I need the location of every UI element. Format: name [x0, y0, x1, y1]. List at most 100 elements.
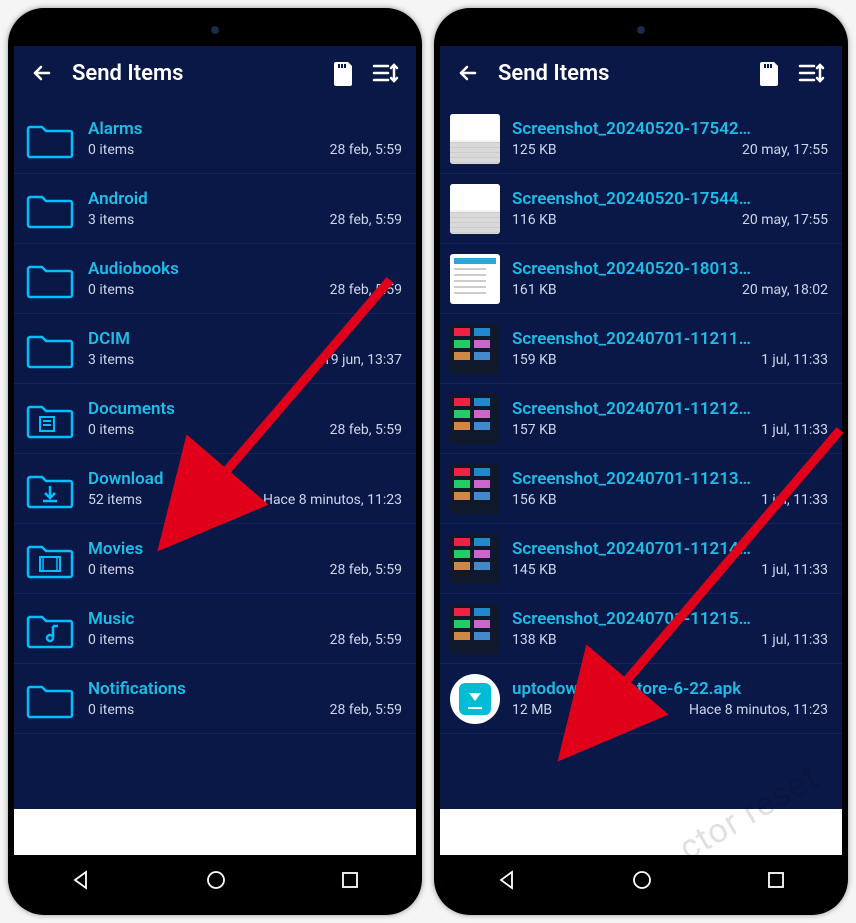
item-date: 28 feb, 5:59 [330, 632, 402, 648]
nav-recent-icon[interactable] [340, 870, 360, 890]
item-date: 28 feb, 5:59 [330, 562, 402, 578]
bottom-bar [440, 809, 842, 855]
item-name: Screenshot_20240701-11213… [512, 469, 828, 489]
nav-back-icon[interactable] [496, 869, 518, 891]
folder-icon [24, 323, 76, 375]
folder-icon [24, 463, 76, 515]
folder-icon [24, 393, 76, 445]
item-sub: 156 KB [512, 492, 557, 508]
item-sub: 0 items [88, 632, 134, 648]
thumbnail [450, 534, 500, 584]
folder-list[interactable]: Alarms 0 items 28 feb, 5:59 Android 3 it… [14, 104, 416, 809]
thumbnail [450, 464, 500, 514]
thumbnail [450, 184, 500, 234]
sd-card-icon[interactable] [332, 60, 354, 86]
list-item[interactable]: Screenshot_20240701-11214… 145 KB 1 jul,… [440, 524, 842, 594]
list-item[interactable]: DCIM 3 items 19 jun, 13:37 [14, 314, 416, 384]
item-sub: 52 items [88, 492, 142, 508]
list-item[interactable]: Android 3 items 28 feb, 5:59 [14, 174, 416, 244]
folder-icon [24, 673, 76, 725]
item-date: Hace 8 minutos, 11:23 [689, 702, 828, 718]
item-name: Documents [88, 399, 402, 419]
nav-bar [440, 855, 842, 905]
thumbnail [450, 324, 500, 374]
item-name: Screenshot_20240520-17542… [512, 119, 828, 139]
item-date: 20 may, 17:55 [742, 142, 828, 158]
sort-icon[interactable] [372, 61, 400, 85]
item-name: Screenshot_20240520-17544… [512, 189, 828, 209]
list-item[interactable]: Screenshot_20240520-17544… 116 KB 20 may… [440, 174, 842, 244]
item-name: uptodown-app-store-6-22.apk [512, 679, 828, 699]
item-name: Audiobooks [88, 259, 402, 279]
item-sub: 159 KB [512, 352, 557, 368]
item-sub: 116 KB [512, 212, 557, 228]
folder-icon [24, 253, 76, 305]
item-sub: 3 items [88, 352, 134, 368]
list-item[interactable]: Screenshot_20240701-11211… 159 KB 1 jul,… [440, 314, 842, 384]
item-name: Music [88, 609, 402, 629]
file-list[interactable]: Screenshot_20240520-17542… 125 KB 20 may… [440, 104, 842, 809]
item-sub: 0 items [88, 562, 134, 578]
app-bar: Send Items [440, 46, 842, 104]
folder-icon [24, 533, 76, 585]
list-item[interactable]: Movies 0 items 28 feb, 5:59 [14, 524, 416, 594]
nav-bar [14, 855, 416, 905]
item-date: 1 jul, 11:33 [761, 632, 828, 648]
item-sub: 145 KB [512, 562, 557, 578]
nav-recent-icon[interactable] [766, 870, 786, 890]
list-item[interactable]: Screenshot_20240520-18013… 161 KB 20 may… [440, 244, 842, 314]
list-item[interactable]: Notifications 0 items 28 feb, 5:59 [14, 664, 416, 734]
item-sub: 3 items [88, 212, 134, 228]
item-name: Notifications [88, 679, 402, 699]
item-date: 20 may, 18:02 [742, 282, 828, 298]
page-title: Send Items [498, 61, 740, 86]
list-item[interactable]: Download 52 items Hace 8 minutos, 11:23 [14, 454, 416, 524]
list-item[interactable]: Screenshot_20240701-11212… 157 KB 1 jul,… [440, 384, 842, 454]
list-item[interactable]: Alarms 0 items 28 feb, 5:59 [14, 104, 416, 174]
item-date: 19 jun, 13:37 [323, 352, 402, 368]
item-sub: 138 KB [512, 632, 557, 648]
back-icon[interactable] [30, 61, 54, 85]
back-icon[interactable] [456, 61, 480, 85]
item-sub: 125 KB [512, 142, 557, 158]
folder-icon [24, 183, 76, 235]
page-title: Send Items [72, 61, 314, 86]
item-date: 1 jul, 11:33 [761, 422, 828, 438]
list-item[interactable]: uptodown-app-store-6-22.apk 12 MB Hace 8… [440, 664, 842, 734]
item-date: 28 feb, 5:59 [330, 702, 402, 718]
list-item[interactable]: Music 0 items 28 feb, 5:59 [14, 594, 416, 664]
phone-left: Send Items Alarms 0 items 28 feb, 5:59 A… [8, 8, 422, 915]
list-item[interactable]: Audiobooks 0 items 28 feb, 5:59 [14, 244, 416, 314]
nav-home-icon[interactable] [631, 869, 653, 891]
sd-card-icon[interactable] [758, 60, 780, 86]
item-name: Movies [88, 539, 402, 559]
item-sub: 0 items [88, 422, 134, 438]
list-item[interactable]: Screenshot_20240520-17542… 125 KB 20 may… [440, 104, 842, 174]
list-item[interactable]: Screenshot_20240701-11213… 156 KB 1 jul,… [440, 454, 842, 524]
list-item[interactable]: Documents 0 items 28 feb, 5:59 [14, 384, 416, 454]
item-name: Screenshot_20240701-11214… [512, 539, 828, 559]
item-date: 28 feb, 5:59 [330, 282, 402, 298]
folder-icon [24, 603, 76, 655]
item-name: Screenshot_20240701-11215… [512, 609, 828, 629]
nav-home-icon[interactable] [205, 869, 227, 891]
item-name: Download [88, 469, 402, 489]
sort-icon[interactable] [798, 61, 826, 85]
item-sub: 0 items [88, 142, 134, 158]
item-sub: 0 items [88, 282, 134, 298]
nav-back-icon[interactable] [70, 869, 92, 891]
status-bar [440, 18, 842, 46]
item-date: 28 feb, 5:59 [330, 142, 402, 158]
list-item[interactable]: Screenshot_20240701-11215… 138 KB 1 jul,… [440, 594, 842, 664]
thumbnail [450, 604, 500, 654]
bottom-bar [14, 809, 416, 855]
item-date: Hace 8 minutos, 11:23 [263, 492, 402, 508]
item-sub: 161 KB [512, 282, 557, 298]
item-date: 28 feb, 5:59 [330, 422, 402, 438]
status-bar [14, 18, 416, 46]
item-name: Android [88, 189, 402, 209]
item-name: Screenshot_20240701-11212… [512, 399, 828, 419]
item-name: Screenshot_20240701-11211… [512, 329, 828, 349]
app-bar: Send Items [14, 46, 416, 104]
thumbnail [450, 114, 500, 164]
